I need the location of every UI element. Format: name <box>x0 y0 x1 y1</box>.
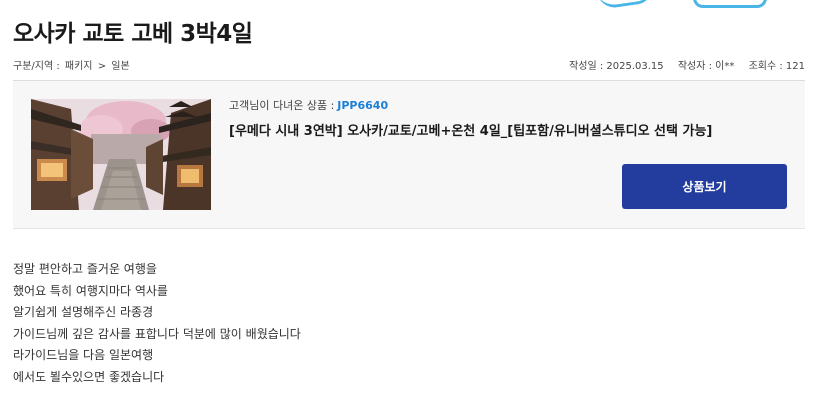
post-date: 작성일 : 2025.03.15 <box>569 61 664 72</box>
page-title: 오사카 교토 고베 3박4일 <box>13 21 253 47</box>
decorative-curve <box>597 0 655 10</box>
product-name[interactable]: [우메다 시내 3연박] 오사카/교토/고베+온천 4일_[팁포함/유니버셜스튜… <box>229 120 789 139</box>
product-info: 고객님이 다녀온 상품 : JPP6640 [우메다 시내 3연박] 오사카/교토… <box>229 97 789 139</box>
product-caption-label: 고객님이 다녀온 상품 : <box>229 99 335 112</box>
breadcrumb-category[interactable]: 패키지 <box>65 61 93 72</box>
breadcrumb-separator: > <box>97 61 107 72</box>
review-line: 알기쉽게 설명해주신 라종경 <box>13 305 154 320</box>
decorative-shape <box>693 0 767 8</box>
product-caption: 고객님이 다녀온 상품 : JPP6640 <box>229 97 789 113</box>
review-line: 라가이드님을 다음 일본여행 <box>13 348 154 363</box>
view-product-button[interactable]: 상품보기 <box>622 164 787 209</box>
breadcrumb-label: 구분/지역 : <box>13 61 60 72</box>
product-thumbnail[interactable] <box>31 99 211 210</box>
review-line: 정말 편안하고 즐거운 여행을 <box>13 262 157 276</box>
breadcrumb-region[interactable]: 일본 <box>111 61 129 72</box>
review-line: 했어요 특히 여행지마다 역사를 <box>13 283 168 298</box>
post-author: 작성자 : 이** <box>677 61 735 72</box>
product-card: 고객님이 다녀온 상품 : JPP6640 [우메다 시내 3연박] 오사카/교토… <box>13 81 805 229</box>
review-page: 오사카 교토 고베 3박4일 구분/지역 : 패키지 > 일본 작성일 : 20… <box>0 0 814 400</box>
review-line: 에서도 뵐수있으면 좋겠습니다 <box>13 369 165 384</box>
breadcrumb: 구분/지역 : 패키지 > 일본 <box>13 57 132 72</box>
meta-row: 구분/지역 : 패키지 > 일본 작성일 : 2025.03.15 작성자 : … <box>13 57 805 72</box>
product-code: JPP6640 <box>337 99 389 112</box>
kyoto-street-photo-icon <box>31 99 211 210</box>
review-body: 정말 편안하고 즐거운 여행을 했어요 특히 여행지마다 역사를 알기쉽게 설명… <box>13 259 301 389</box>
review-line: 가이드님께 깊은 감사를 표합니다 덕분에 많이 배웠습니다 <box>13 326 301 341</box>
post-meta: 작성일 : 2025.03.15 작성자 : 이** 조회수 : 121 <box>558 57 805 72</box>
post-views: 조회수 : 121 <box>748 61 805 72</box>
